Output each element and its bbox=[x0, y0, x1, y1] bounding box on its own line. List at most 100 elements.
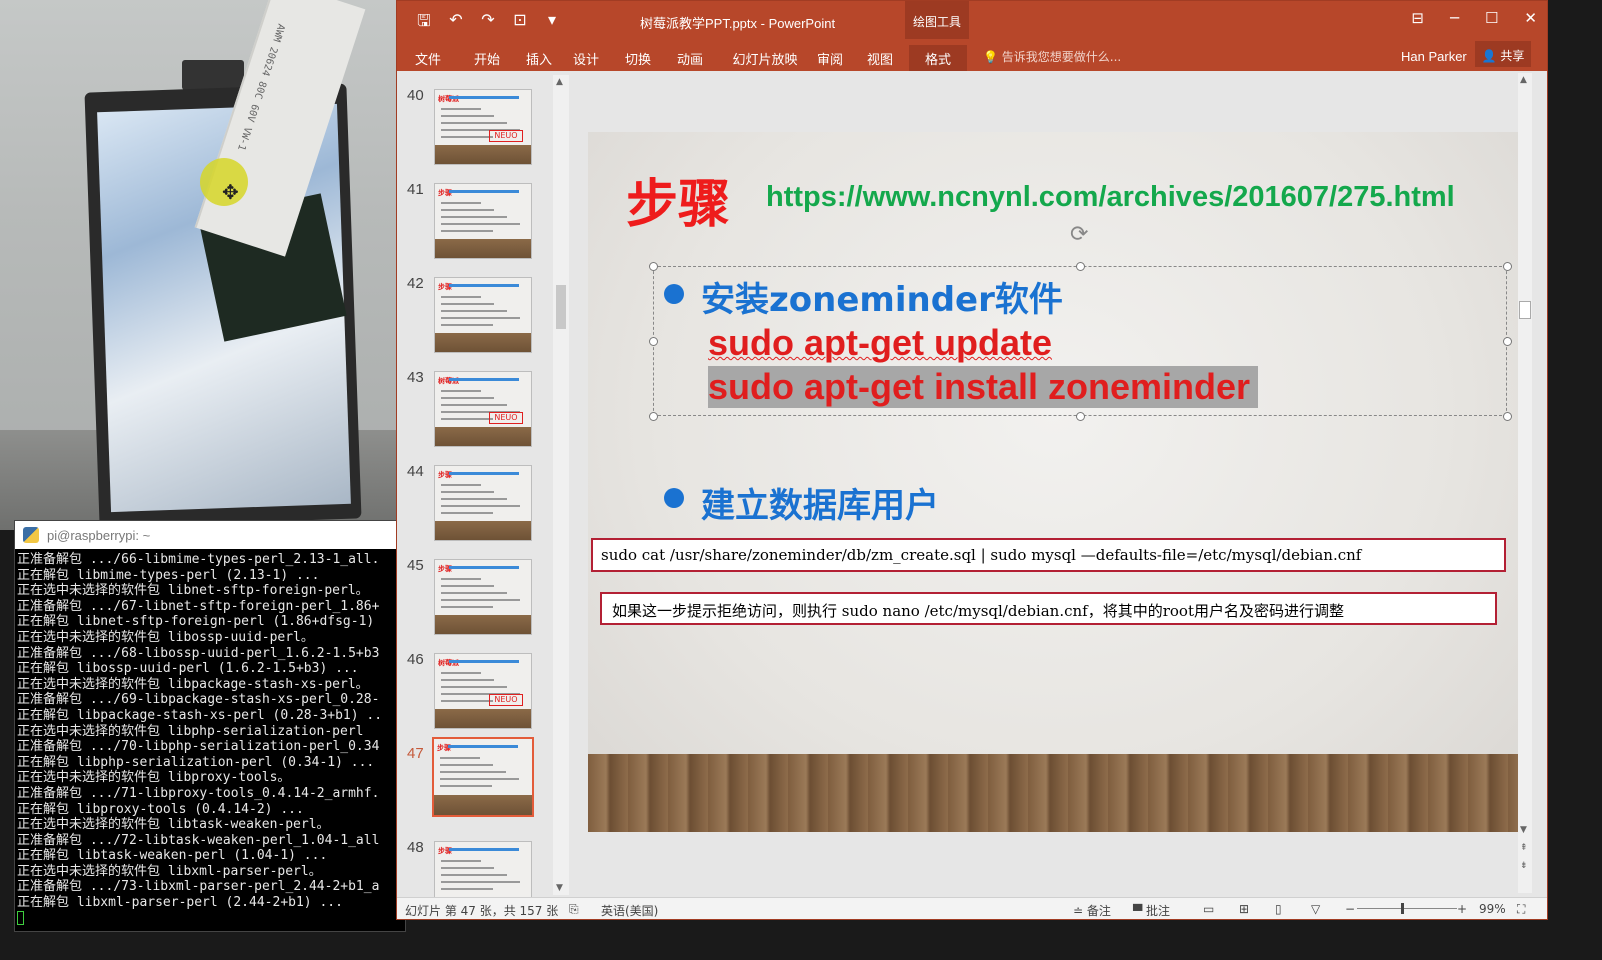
terminal-titlebar[interactable]: pi@raspberrypi: ~ bbox=[15, 521, 405, 549]
note-box[interactable]: 如果这一步提示拒绝访问，则执行 sudo nano /etc/mysql/deb… bbox=[600, 592, 1497, 625]
thumbnail-row[interactable]: 40 树莓派 NEUO bbox=[397, 79, 557, 173]
next-slide-icon[interactable]: ⇟ bbox=[1520, 861, 1528, 871]
slide-thumbnail[interactable]: 步骤 bbox=[434, 465, 532, 541]
tab-3[interactable]: 设计 bbox=[571, 45, 601, 71]
thumbnail-header-bar bbox=[449, 848, 519, 851]
ribbon-display-options-icon[interactable]: ⊟ bbox=[1411, 9, 1424, 27]
tab-7[interactable]: 审阅 bbox=[815, 45, 845, 71]
tab-1[interactable]: 开始 bbox=[469, 45, 505, 71]
bullet-db-user[interactable]: 建立数据库用户 bbox=[701, 478, 939, 527]
resize-handle[interactable] bbox=[1503, 337, 1512, 346]
slide-scroll-thumb[interactable] bbox=[1519, 301, 1531, 319]
maximize-icon[interactable]: ☐ bbox=[1485, 9, 1498, 27]
minimize-icon[interactable]: ─ bbox=[1450, 9, 1459, 27]
command-install[interactable]: sudo apt-get install zoneminder bbox=[708, 366, 1259, 408]
thumbnail-header-bar bbox=[449, 96, 519, 99]
scroll-down-icon[interactable]: ▼ bbox=[556, 883, 563, 893]
scroll-down-icon[interactable]: ▼ bbox=[1520, 825, 1527, 835]
tab-6[interactable]: 幻灯片放映 bbox=[727, 45, 803, 71]
close-icon[interactable]: ✕ bbox=[1524, 9, 1537, 27]
scroll-up-icon[interactable]: ▲ bbox=[1520, 75, 1527, 85]
normal-view-icon[interactable]: ▭ bbox=[1203, 902, 1214, 916]
thumbnail-row[interactable]: 42 步骤 bbox=[397, 267, 557, 361]
reading-view-icon[interactable]: ▯ bbox=[1275, 902, 1282, 916]
sql-command-box[interactable]: sudo cat /usr/share/zoneminder/db/zm_cre… bbox=[591, 538, 1506, 572]
terminal-line: 正在解包 libmime-types-perl (2.13-1) ... bbox=[17, 567, 320, 583]
slideshow-icon[interactable]: ▽ bbox=[1311, 902, 1320, 916]
thumbnail-row[interactable]: 46 树莓派 NEUO bbox=[397, 643, 557, 737]
terminal-line: 正准备解包 .../72-libtask-weaken-perl_1.04-1_… bbox=[17, 832, 380, 848]
thumbnail-row[interactable]: 43 树莓派 NEUO bbox=[397, 361, 557, 455]
slide-thumbnail[interactable]: 步骤 bbox=[432, 737, 534, 817]
tab-0[interactable]: 文件 bbox=[413, 45, 443, 71]
slide-scrollbar[interactable]: ▲ ▼ ⇞ ⇟ bbox=[1518, 73, 1532, 893]
undo-icon[interactable]: ↶ bbox=[447, 10, 465, 37]
slide-thumbnail[interactable]: 树莓派 NEUO bbox=[434, 371, 532, 447]
previous-slide-icon[interactable]: ⇞ bbox=[1520, 843, 1528, 853]
tab-5[interactable]: 动画 bbox=[675, 45, 705, 71]
thumbnail-text-line bbox=[441, 700, 493, 702]
command-update[interactable]: sudo apt-get update bbox=[708, 322, 1052, 364]
comments-button[interactable]: ▀ 批注 bbox=[1133, 902, 1170, 919]
resize-handle[interactable] bbox=[1076, 262, 1085, 271]
thumbnail-text-line bbox=[441, 860, 481, 862]
resize-handle[interactable] bbox=[649, 337, 658, 346]
thumbnail-scrollbar[interactable]: ▲ ▼ bbox=[553, 75, 569, 895]
current-slide[interactable]: 步骤 https://www.ncnynl.com/archives/20160… bbox=[588, 132, 1518, 832]
start-from-beginning-icon[interactable]: ⊡ bbox=[511, 10, 529, 37]
slide-sorter-icon[interactable]: ⊞ bbox=[1239, 902, 1249, 916]
rotate-handle-icon[interactable]: ⟳ bbox=[1070, 222, 1088, 247]
notes-button[interactable]: ≐ 备注 bbox=[1073, 902, 1111, 919]
resize-handle[interactable] bbox=[1503, 412, 1512, 421]
thumbnail-text-line bbox=[441, 209, 494, 211]
language-status[interactable]: 英语(美国) bbox=[601, 902, 658, 919]
thumbnail-row[interactable]: 44 步骤 bbox=[397, 455, 557, 549]
thumbnail-row[interactable]: 47 步骤 bbox=[397, 737, 557, 831]
tab-9[interactable]: 格式 bbox=[909, 45, 967, 71]
share-button[interactable]: 👤 共享 bbox=[1475, 41, 1531, 67]
resize-handle[interactable] bbox=[649, 262, 658, 271]
spell-check-icon[interactable]: ⎘ bbox=[569, 902, 579, 917]
customize-qat-icon[interactable]: ▾ bbox=[543, 10, 561, 37]
slide-thumbnail[interactable]: 步骤 bbox=[434, 559, 532, 635]
zoom-out-icon[interactable]: − bbox=[1345, 902, 1355, 916]
slide-heading[interactable]: 步骤 bbox=[626, 162, 730, 237]
thumbnail-row[interactable]: 41 步骤 bbox=[397, 173, 557, 267]
zoom-in-icon[interactable]: + bbox=[1457, 902, 1467, 916]
slide-thumbnail[interactable]: 步骤 bbox=[434, 183, 532, 259]
terminal-line: 正准备解包 .../70-libphp-serialization-perl_0… bbox=[17, 739, 380, 755]
zoom-slider[interactable] bbox=[1357, 908, 1457, 909]
slide-thumbnail[interactable]: 步骤 bbox=[434, 841, 532, 897]
slide-url[interactable]: https://www.ncnynl.com/archives/201607/2… bbox=[766, 181, 1455, 214]
resize-handle[interactable] bbox=[649, 412, 658, 421]
terminal-window[interactable]: pi@raspberrypi: ~ 正准备解包 .../66-libmime-t… bbox=[14, 520, 406, 932]
zoom-level[interactable]: 99% bbox=[1479, 902, 1506, 916]
user-name[interactable]: Han Parker bbox=[1401, 49, 1467, 64]
zoom-slider-knob[interactable] bbox=[1401, 903, 1404, 914]
terminal-line: 正在选中未选择的软件包 libpackage-stash-xs-perl。 bbox=[17, 676, 369, 692]
resize-handle[interactable] bbox=[1076, 412, 1085, 421]
slide-thumbnail[interactable]: 步骤 bbox=[434, 277, 532, 353]
thumbnail-row[interactable]: 45 步骤 bbox=[397, 549, 557, 643]
slide-thumbnail[interactable]: 树莓派 NEUO bbox=[434, 653, 532, 729]
thumbnail-header-bar bbox=[449, 566, 519, 569]
slide-thumbnail-pane[interactable]: 40 树莓派 NEUO 41 步骤 42 步骤 43 树莓派 NEUO 44 步骤 45 步骤 46 树莓派 N… bbox=[397, 71, 572, 897]
slide-thumbnail[interactable]: 树莓派 NEUO bbox=[434, 89, 532, 165]
save-icon[interactable]: 🖫 bbox=[415, 10, 433, 37]
tab-2[interactable]: 插入 bbox=[521, 45, 557, 71]
tab-8[interactable]: 视图 bbox=[865, 45, 895, 71]
redo-icon[interactable]: ↷ bbox=[479, 10, 497, 37]
bullet-icon bbox=[664, 488, 684, 508]
fit-to-window-icon[interactable]: ⛶ bbox=[1517, 902, 1525, 917]
terminal-line: 正准备解包 .../69-libpackage-stash-xs-perl_0.… bbox=[17, 692, 380, 708]
resize-handle[interactable] bbox=[1503, 262, 1512, 271]
terminal-line: 正在选中未选择的软件包 libphp-serialization-perl bbox=[17, 723, 364, 739]
scroll-up-icon[interactable]: ▲ bbox=[556, 77, 563, 87]
thumbnail-row[interactable]: 48 步骤 bbox=[397, 831, 557, 897]
thumbnail-number: 45 bbox=[407, 557, 424, 574]
terminal-output[interactable]: 正准备解包 .../66-libmime-types-perl_2.13-1_a… bbox=[15, 549, 405, 931]
thumbnail-scroll-thumb[interactable] bbox=[556, 285, 566, 329]
bullet-install[interactable]: 安装zoneminder软件 bbox=[701, 272, 1063, 321]
tell-me-search[interactable]: 💡 告诉我您想要做什么... bbox=[983, 48, 1121, 65]
tab-4[interactable]: 切换 bbox=[623, 45, 653, 71]
